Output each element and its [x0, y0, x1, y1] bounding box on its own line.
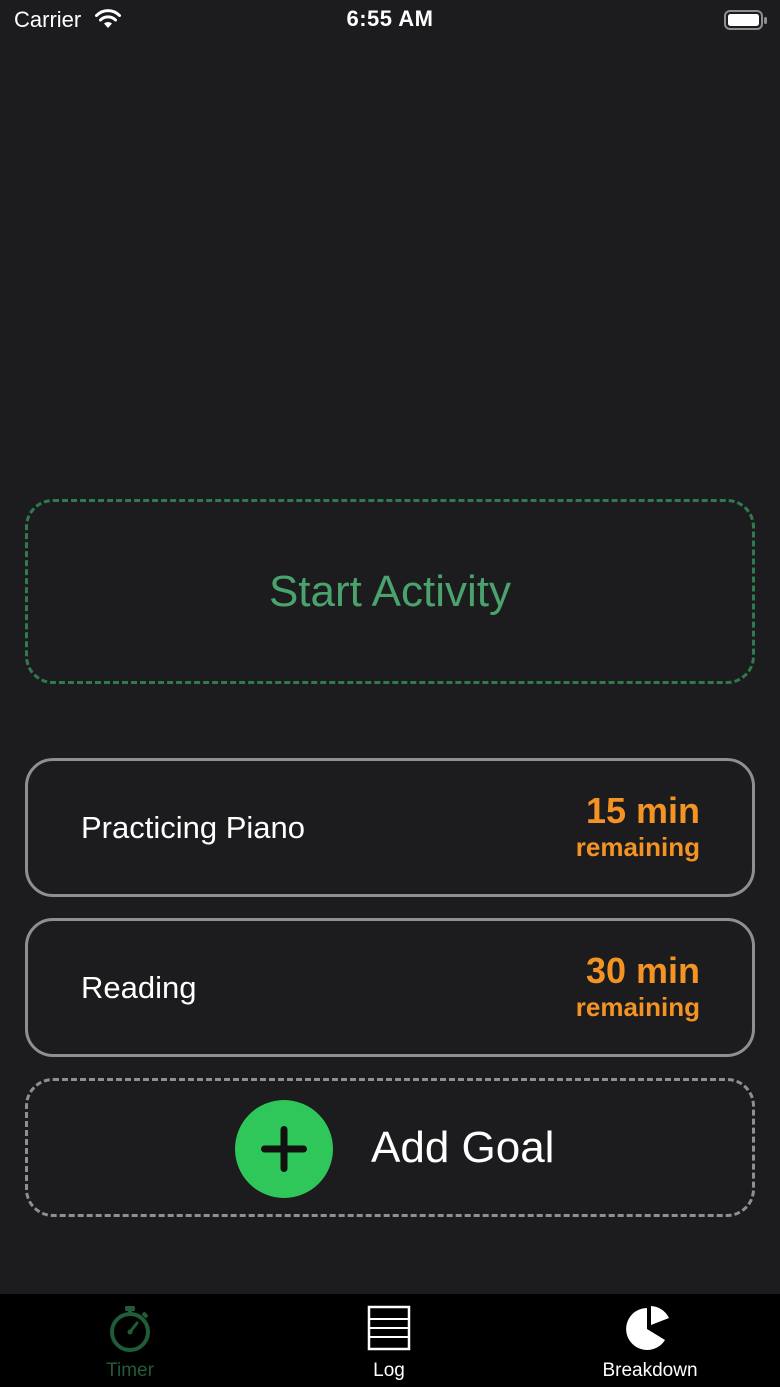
goal-name: Reading — [81, 969, 197, 1005]
start-activity-button[interactable]: Start Activity — [25, 499, 755, 684]
start-activity-label: Start Activity — [268, 566, 512, 616]
battery-icon — [724, 10, 767, 30]
goal-remaining: 30 min remaining — [576, 951, 700, 1023]
goal-remaining: 15 min remaining — [576, 791, 700, 863]
goal-card-reading[interactable]: Reading 30 min remaining — [25, 918, 755, 1057]
goal-card-practicing-piano[interactable]: Practicing Piano 15 min remaining — [25, 758, 755, 897]
goal-remaining-label: remaining — [575, 832, 700, 862]
tab-breakdown-label: Breakdown — [602, 1360, 698, 1381]
tab-bar: Timer Log Breakdown — [0, 1294, 780, 1387]
status-bar: Carrier 6:55 AM — [0, 0, 780, 40]
stopwatch-icon — [110, 1306, 150, 1352]
tab-log-label: Log — [373, 1360, 405, 1381]
status-time: 6:55 AM — [346, 6, 434, 31]
pie-chart-icon — [626, 1306, 669, 1350]
tab-breakdown[interactable]: Breakdown — [520, 1294, 780, 1387]
goal-remaining-label: remaining — [575, 992, 700, 1022]
list-icon — [367, 1305, 411, 1351]
goal-remaining-amount: 15 min — [585, 790, 700, 831]
add-goal-button[interactable]: Add Goal — [25, 1078, 755, 1217]
plus-circle-icon — [235, 1100, 333, 1198]
tab-log[interactable]: Log — [259, 1294, 519, 1387]
tab-timer[interactable]: Timer — [0, 1294, 260, 1387]
add-goal-label: Add Goal — [371, 1122, 555, 1172]
goal-name: Practicing Piano — [81, 809, 306, 845]
goal-remaining-amount: 30 min — [585, 950, 700, 991]
tab-timer-label: Timer — [106, 1360, 154, 1381]
